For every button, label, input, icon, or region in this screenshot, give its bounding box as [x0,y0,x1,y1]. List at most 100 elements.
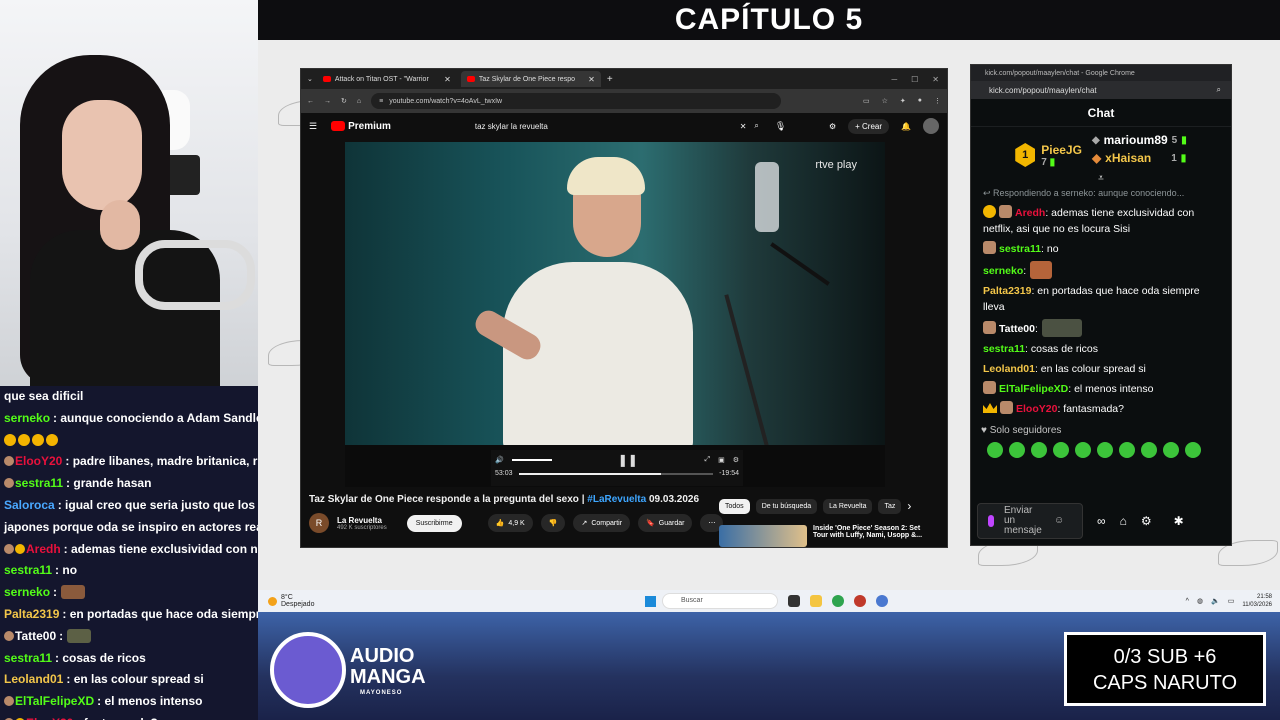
notifications-icon[interactable]: 🔔 [901,122,911,131]
second-supporter-name[interactable]: marioum89 [1104,133,1168,147]
taskbar-search[interactable]: Buscar [662,593,778,609]
search-input[interactable]: taz skylar la revuelta ✕ ⌕ [469,117,759,135]
tab-search-icon[interactable]: ⌄ [307,75,313,83]
battery-icon[interactable]: ▭ [1228,597,1235,605]
chat-username[interactable]: ElTalFelipeXD [999,383,1068,395]
weather-widget[interactable]: 8°C Despejado [268,594,314,608]
emote-icon[interactable] [1185,442,1201,458]
filter-chip[interactable]: La Revuelta [823,499,873,514]
chat-username[interactable]: ElooY20 [1016,403,1057,415]
task-view-icon[interactable] [788,595,800,607]
tab-taz-skylar[interactable]: Taz Skylar de One Piece respo ✕ [460,71,601,87]
create-button[interactable]: + Crear [848,118,890,134]
chat-username[interactable]: Palta2319 [983,285,1031,297]
subscribe-button[interactable]: Suscribirme [406,514,462,532]
profile-icon[interactable]: ● [918,97,922,105]
chat-username[interactable]: sestra11 [999,243,1041,255]
settings-gear-icon[interactable]: ⚙ [1141,514,1152,528]
top-supporter-name[interactable]: PieeJG [1041,143,1082,157]
volume-icon[interactable]: 🔊 [495,456,504,464]
channel-avatar[interactable]: R [309,513,329,533]
video-player[interactable]: rtve play 🔊 ❚❚ ⤢ ▣ ⚙ 53:03 -19:54 [345,142,885,487]
tab-attack-on-titan[interactable]: Attack on Titan OST - "Warrior ✕ [317,71,457,87]
share-button[interactable]: ↗ Compartir [573,514,631,532]
filter-chip[interactable]: De tu búsqueda [755,499,818,514]
obs-icon[interactable] [854,595,866,607]
filter-chip[interactable]: Todos [719,499,750,514]
emote-icon[interactable] [1031,442,1047,458]
back-icon[interactable]: ← [307,98,314,105]
emote-icon[interactable] [1009,442,1025,458]
emote-icon[interactable] [1163,442,1179,458]
settings-gear-icon[interactable]: ⚙ [733,456,739,464]
file-explorer-icon[interactable] [810,595,822,607]
save-button[interactable]: 🔖 Guardar [638,514,693,532]
video-frame[interactable]: rtve play [345,142,885,445]
tray-chevron-icon[interactable]: ^ [1186,598,1189,605]
emote-icon[interactable] [1075,442,1091,458]
windows-start-icon[interactable] [645,596,656,607]
new-tab-button[interactable]: + [607,74,613,85]
emote-icon[interactable] [1119,442,1135,458]
store-icon[interactable]: ⌂ [1120,514,1127,528]
close-icon[interactable]: ✕ [588,75,595,84]
volume-slider[interactable] [511,459,552,461]
extension-icon[interactable]: ⚙ [829,122,836,131]
minimize-icon[interactable]: ─ [891,75,897,84]
voice-search-icon[interactable]: 🎙 [775,121,786,132]
chat-username[interactable]: serneko [983,265,1023,277]
chat-username[interactable]: Aredh [1015,207,1045,219]
volume-tray-icon[interactable]: 🔈 [1211,597,1220,605]
emote-icon[interactable] [987,442,1003,458]
close-icon[interactable]: ✕ [444,75,451,84]
extensions-icon[interactable]: ✦ [900,97,906,105]
like-button[interactable]: 👍 4,9 K [487,514,533,532]
menu-icon[interactable]: ⋮ [934,97,941,105]
chat-username[interactable]: Leoland01 [983,363,1035,375]
cast-icon[interactable]: ▭ [863,97,870,105]
puzzle-icon[interactable]: ✱ [1174,514,1184,528]
clear-search-icon[interactable]: ✕ [740,122,747,131]
recommended-video[interactable]: Inside 'One Piece' Season 2: Set Tour wi… [719,525,922,547]
site-info-icon[interactable]: ≡ [379,98,383,105]
network-icon[interactable]: ◍ [1197,597,1203,605]
fullscreen-icon[interactable]: ⤢ [704,456,710,464]
bookmark-star-icon[interactable]: ☆ [882,97,888,105]
forward-icon[interactable]: → [324,98,331,105]
chrome-icon[interactable] [832,595,844,607]
recommended-thumbnail[interactable] [719,525,807,547]
emote-icon[interactable] [1097,442,1113,458]
miniplayer-icon[interactable]: ▣ [718,456,725,464]
chat-username[interactable]: Tatte00 [999,323,1035,335]
chevron-right-icon[interactable]: › [907,499,911,514]
emote-icon[interactable] [1053,442,1069,458]
search-icon[interactable]: ⌕ [1217,85,1221,95]
dislike-button[interactable]: 👎 [540,514,566,532]
close-window-icon[interactable]: ✕ [932,75,939,84]
pause-icon[interactable]: ❚❚ [618,453,638,467]
mic-icon[interactable] [988,515,994,527]
emote-icon[interactable] [1141,442,1157,458]
progress-bar[interactable] [518,472,714,475]
channel-name[interactable]: La Revuelta [337,516,387,525]
address-bar[interactable]: ≡ youtube.com/watch?v=4oAvL_twxIw [371,93,782,109]
chat-url-bar[interactable]: kick.com/popout/maaylen/chat ⌕ [971,81,1231,99]
chat-message-input[interactable]: Enviar un mensaje ☺ [977,503,1083,539]
filter-chip[interactable]: Taz [878,499,902,514]
search-icon[interactable]: ⌕ [754,121,758,131]
chat-username[interactable]: sestra11 [983,343,1025,355]
emoji-icon[interactable]: ☺ [1054,516,1064,526]
infinity-icon[interactable]: ∞ [1097,514,1106,528]
maximize-icon[interactable]: ☐ [911,75,918,84]
hamburger-icon[interactable]: ☰ [309,121,317,132]
title-hashtag[interactable]: #LaRevuelta [587,494,646,505]
third-supporter-name[interactable]: xHaisan [1105,151,1151,165]
home-icon[interactable]: ⌂ [357,98,361,105]
scroll-down-icon[interactable]: ⩡ [971,173,1231,184]
avatar[interactable] [923,118,939,134]
app-icon[interactable] [876,595,888,607]
reload-icon[interactable]: ↻ [341,97,347,105]
clock[interactable]: 21:58 11/03/2026 [1242,593,1272,609]
youtube-logo[interactable]: Premium [331,121,391,132]
chat-text: : padre libanes, madre britanica, r [65,454,258,469]
